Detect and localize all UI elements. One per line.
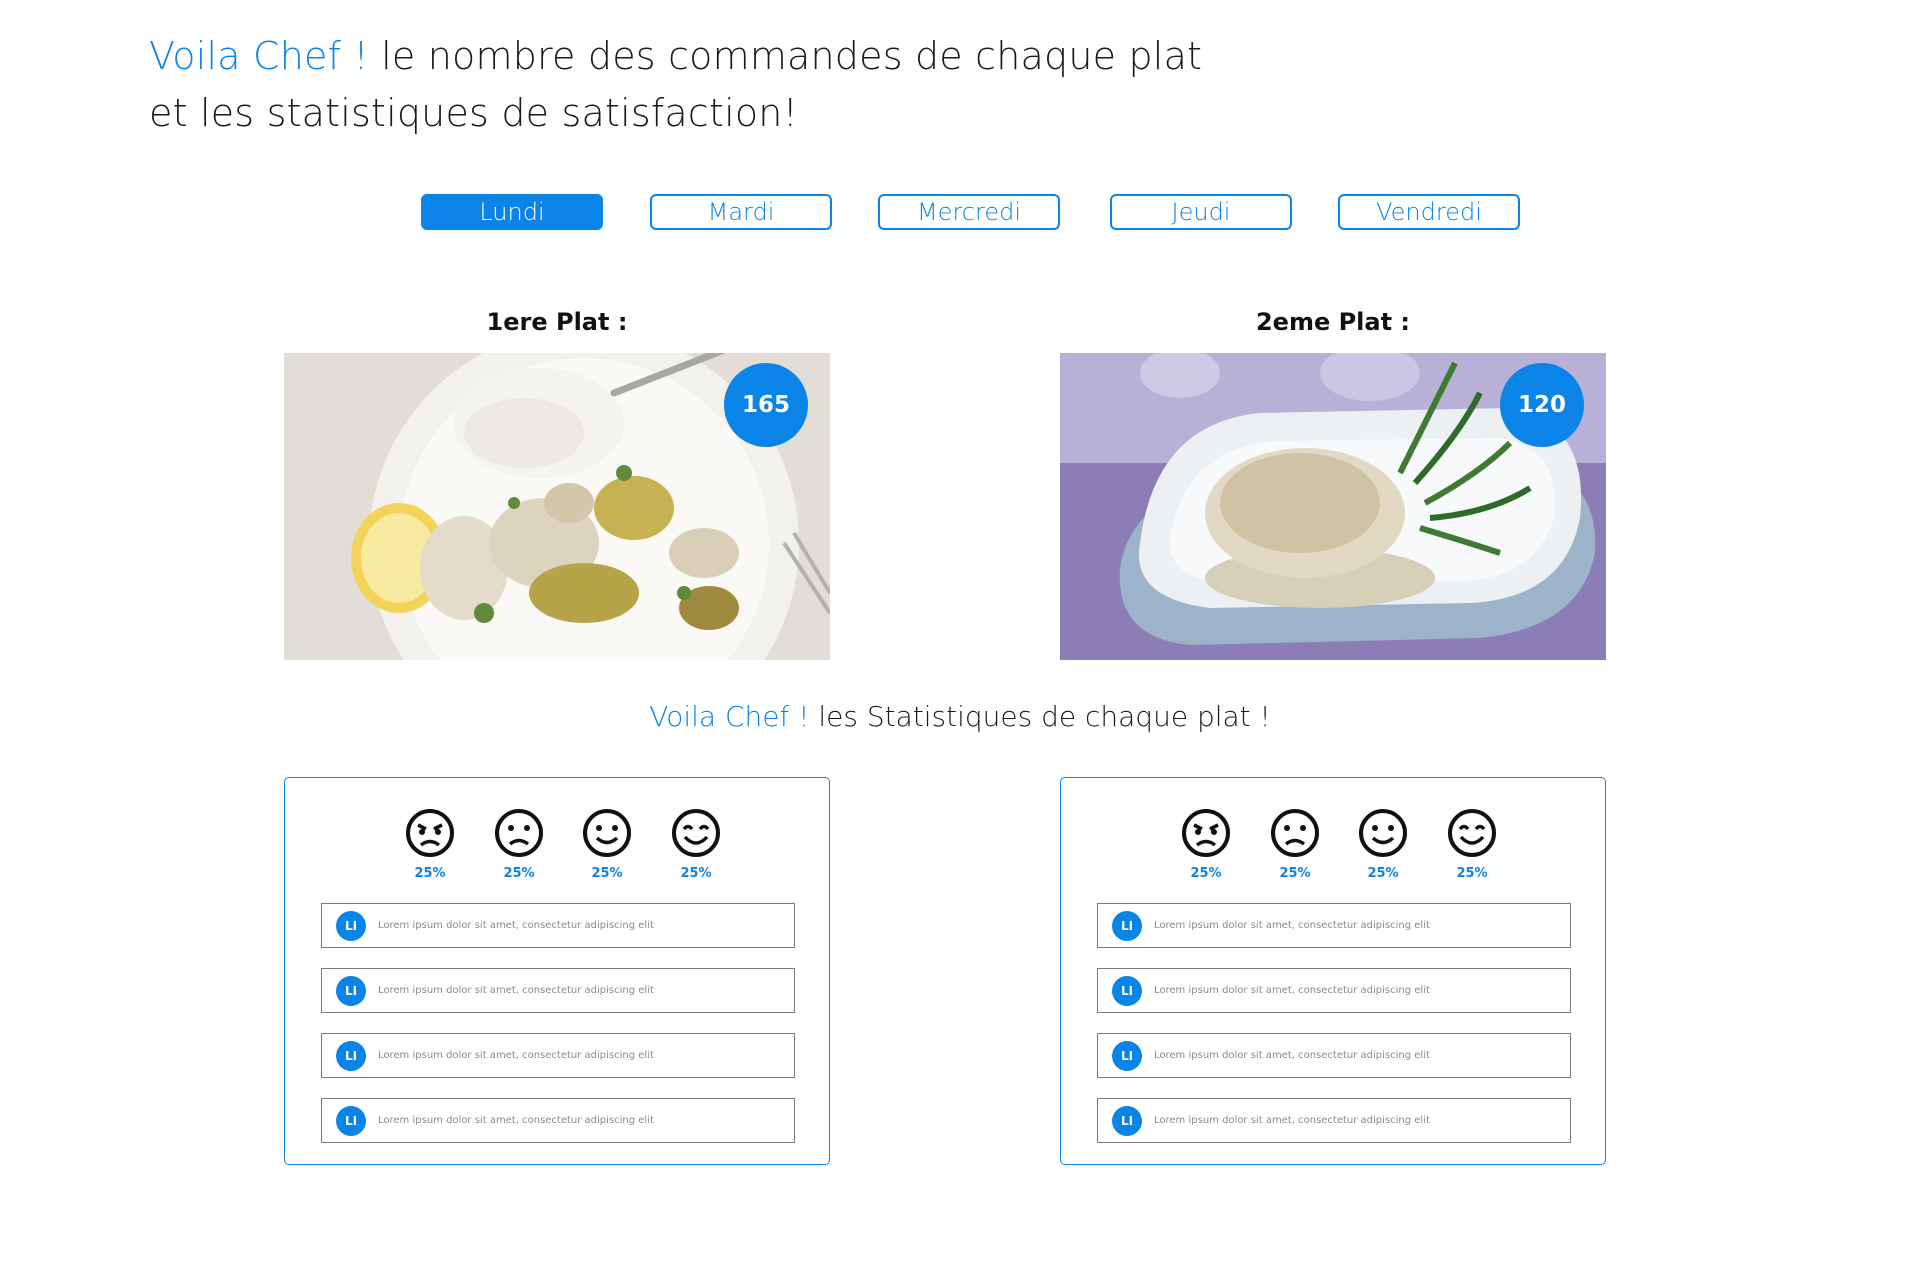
plat-1-title: 1ere Plat : [486, 308, 628, 336]
rating-angry-percent: 25% [1190, 866, 1222, 881]
happy-face-icon [1448, 809, 1496, 857]
rating-angry-percent: 25% [414, 866, 446, 881]
avatar: LI [1112, 910, 1142, 941]
day-tab-jeudi[interactable]: Jeudi [1110, 194, 1292, 230]
comment-item[interactable]: LI Lorem ipsum dolor sit amet, consectetu… [321, 1098, 795, 1143]
smile-face-icon [1359, 809, 1407, 857]
comment-text: Lorem ipsum dolor sit amet, consectetur … [378, 1050, 654, 1061]
day-tab-lundi[interactable]: Lundi [421, 194, 603, 230]
comment-text: Lorem ipsum dolor sit amet, consectetur … [378, 1115, 654, 1126]
rating-sad: 25% [491, 808, 547, 881]
comment-text: Lorem ipsum dolor sit amet, consectetur … [1154, 1115, 1430, 1126]
avatar: LI [336, 975, 366, 1006]
comment-item[interactable]: LI Lorem ipsum dolor sit amet, consectetu… [1097, 903, 1571, 948]
day-tab-mardi[interactable]: Mardi [650, 194, 832, 230]
comment-text: Lorem ipsum dolor sit amet, consectetur … [1154, 920, 1430, 931]
avatar: LI [336, 1040, 366, 1071]
rating-smile: 25% [579, 808, 635, 881]
stats-heading-accent: Voila Chef ! [649, 700, 810, 733]
avatar: LI [336, 910, 366, 941]
comment-text: Lorem ipsum dolor sit amet, consectetur … [1154, 1050, 1430, 1061]
plat-1-photo: 165 [284, 353, 830, 660]
comment-item[interactable]: LI Lorem ipsum dolor sit amet, consectetu… [321, 968, 795, 1013]
rating-sad: 25% [1267, 808, 1323, 881]
rating-smile-percent: 25% [591, 866, 623, 881]
rating-row: 25% 25% 25% 25% [1061, 808, 1605, 888]
rating-sad-percent: 25% [1279, 866, 1311, 881]
angry-face-icon [1182, 809, 1230, 857]
title-line-1-text: le nombre des commandes de chaque plat [368, 34, 1203, 78]
angry-face-icon [406, 809, 454, 857]
page-title: Voila Chef ! le nombre des commandes de … [149, 28, 1202, 142]
day-tab-vendredi[interactable]: Vendredi [1338, 194, 1520, 230]
rating-smile-percent: 25% [1367, 866, 1399, 881]
happy-face-icon [672, 809, 720, 857]
rating-sad-percent: 25% [503, 866, 535, 881]
page-title-line-2: et les statistiques de satisfaction! [149, 91, 799, 135]
comment-item[interactable]: LI Lorem ipsum dolor sit amet, consectetu… [1097, 968, 1571, 1013]
avatar: LI [1112, 1040, 1142, 1071]
comment-text: Lorem ipsum dolor sit amet, consectetur … [378, 920, 654, 931]
comment-text: Lorem ipsum dolor sit amet, consectetur … [378, 985, 654, 996]
rating-happy: 25% [1444, 808, 1500, 881]
avatar: LI [336, 1105, 366, 1136]
rating-happy-percent: 25% [1456, 866, 1488, 881]
plat-2-photo: 120 [1060, 353, 1606, 660]
comment-item[interactable]: LI Lorem ipsum dolor sit amet, consectetu… [1097, 1033, 1571, 1078]
smile-face-icon [583, 809, 631, 857]
plat-2-title: 2eme Plat : [1255, 308, 1411, 336]
day-selector: Lundi Mardi Mercredi Jeudi Vendredi [0, 194, 1920, 230]
stats-heading-text: les Statistiques de chaque plat ! [809, 700, 1271, 733]
avatar: LI [1112, 1105, 1142, 1136]
rating-smile: 25% [1355, 808, 1411, 881]
sad-face-icon [1271, 809, 1319, 857]
comment-item[interactable]: LI Lorem ipsum dolor sit amet, consectetu… [1097, 1098, 1571, 1143]
avatar: LI [1112, 975, 1142, 1006]
rating-happy: 25% [668, 808, 724, 881]
rating-angry: 25% [1178, 808, 1234, 881]
plat-2-order-count: 120 [1500, 363, 1584, 447]
title-accent: Voila Chef ! [149, 34, 369, 78]
plat-1-order-count: 165 [724, 363, 808, 447]
plat-1-stats-card: 25% 25% 25% 25% LI Lorem ipsum dolor sit … [284, 777, 830, 1165]
page-title-line-1: Voila Chef ! le nombre des commandes de … [149, 28, 1202, 85]
comment-item[interactable]: LI Lorem ipsum dolor sit amet, consectetu… [321, 903, 795, 948]
day-tab-mercredi[interactable]: Mercredi [878, 194, 1060, 230]
comment-item[interactable]: LI Lorem ipsum dolor sit amet, consectetu… [321, 1033, 795, 1078]
rating-happy-percent: 25% [680, 866, 712, 881]
stats-heading: Voila Chef ! les Statistiques de chaque … [0, 700, 1920, 733]
comment-text: Lorem ipsum dolor sit amet, consectetur … [1154, 985, 1430, 996]
sad-face-icon [495, 809, 543, 857]
rating-angry: 25% [402, 808, 458, 881]
plat-2-stats-card: 25% 25% 25% 25% LI Lorem ipsum dolor sit … [1060, 777, 1606, 1165]
rating-row: 25% 25% 25% 25% [285, 808, 829, 888]
